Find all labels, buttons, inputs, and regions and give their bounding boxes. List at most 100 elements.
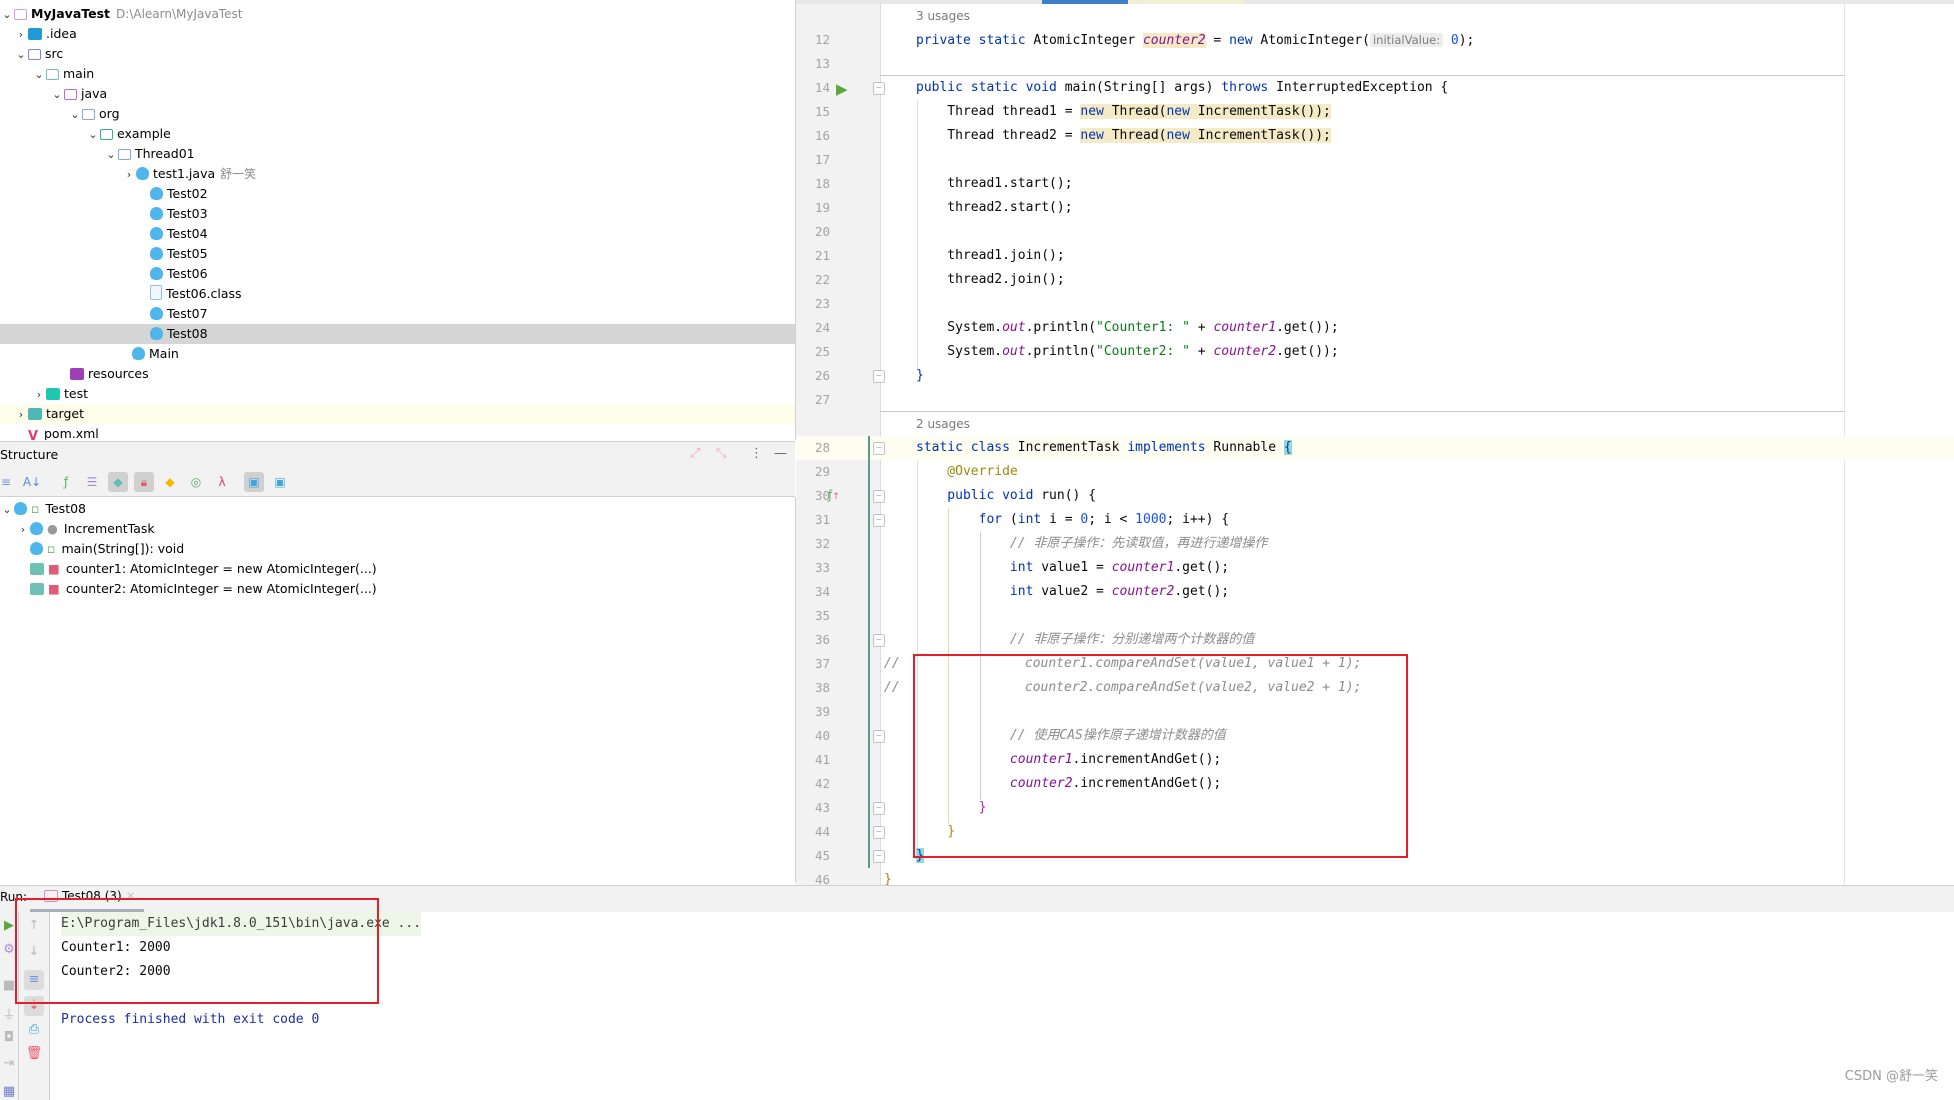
layout-icon[interactable]: ▦ bbox=[0, 1084, 18, 1099]
tree-item[interactable]: › test1.java 舒一笑 bbox=[0, 164, 795, 184]
autoscroll-to-source-icon[interactable]: ▣ bbox=[244, 472, 264, 492]
fold-icon[interactable]: − bbox=[873, 826, 885, 839]
excluded-folder-icon bbox=[28, 408, 42, 420]
chevron-down-icon[interactable]: ⌄ bbox=[14, 45, 28, 65]
fold-icon[interactable]: − bbox=[873, 634, 885, 647]
fold-icon[interactable]: − bbox=[873, 514, 885, 527]
fold-icon[interactable]: − bbox=[873, 802, 885, 815]
tree-item[interactable]: Test05 bbox=[0, 244, 795, 264]
tree-item-label: example bbox=[117, 126, 171, 141]
tree-item[interactable]: Main bbox=[0, 344, 795, 364]
tree-item[interactable]: Vpom.xml bbox=[0, 424, 795, 440]
more-options-icon[interactable]: ⋮ bbox=[750, 446, 763, 461]
chevron-right-icon[interactable]: › bbox=[14, 405, 28, 425]
camera-icon[interactable]: ◘ bbox=[0, 1030, 18, 1045]
tree-item[interactable]: › .idea bbox=[0, 24, 795, 44]
print-icon[interactable]: ⎙ bbox=[25, 1022, 43, 1037]
tree-item[interactable]: ⌄ Thread01 bbox=[0, 144, 795, 164]
structure-item[interactable]: › ● IncrementTask bbox=[0, 519, 795, 539]
show-anonymous-icon[interactable]: ◎ bbox=[186, 472, 206, 492]
fold-icon[interactable]: − bbox=[873, 82, 885, 95]
tree-item[interactable]: ⌄ java bbox=[0, 84, 795, 104]
chevron-down-icon[interactable]: ⌄ bbox=[32, 65, 46, 85]
fold-icon[interactable]: − bbox=[873, 370, 885, 383]
tree-item[interactable]: › test bbox=[0, 384, 795, 404]
line-number: 14 bbox=[814, 80, 830, 95]
line-number: 25 bbox=[814, 344, 830, 359]
fold-icon[interactable]: − bbox=[873, 442, 885, 455]
tree-item-label: Test07 bbox=[167, 306, 208, 321]
chevron-down-icon[interactable]: ⌄ bbox=[86, 125, 100, 145]
line-number: 45 bbox=[814, 848, 830, 863]
tree-item[interactable]: Test04 bbox=[0, 224, 795, 244]
line-number: 41 bbox=[814, 752, 830, 767]
chevron-down-icon[interactable]: ⌄ bbox=[50, 85, 64, 105]
exit-icon[interactable]: ⇥ bbox=[0, 1056, 18, 1071]
fold-icon[interactable]: − bbox=[873, 490, 885, 503]
tree-item[interactable]: resources bbox=[0, 364, 795, 384]
tree-item-label: pom.xml bbox=[44, 426, 99, 440]
package-icon bbox=[82, 109, 95, 120]
source-folder-icon bbox=[28, 49, 41, 60]
minimize-icon[interactable]: — bbox=[774, 446, 787, 461]
chevron-down-icon[interactable]: ⌄ bbox=[0, 500, 14, 520]
tree-item[interactable]: Test02 bbox=[0, 184, 795, 204]
vcs-change-marker bbox=[868, 436, 870, 868]
show-fields-list-icon[interactable]: ☰ bbox=[82, 472, 102, 492]
usages-hint[interactable]: 2 usages bbox=[916, 414, 970, 434]
line-number: 17 bbox=[814, 152, 830, 167]
fold-icon[interactable]: − bbox=[873, 850, 885, 863]
structure-item[interactable]: ■ counter2: AtomicInteger = new AtomicInt… bbox=[0, 579, 795, 599]
tree-item[interactable]: Test06.class bbox=[0, 284, 795, 304]
chevron-right-icon[interactable]: › bbox=[14, 25, 28, 45]
code-line-30: public void run() { bbox=[916, 488, 1097, 503]
sort-alphabetically-icon[interactable]: A↓ bbox=[22, 472, 42, 492]
tree-item[interactable]: › target bbox=[0, 404, 795, 424]
show-properties-icon[interactable]: ◆ bbox=[160, 472, 180, 492]
tree-item[interactable]: ⌄ main bbox=[0, 64, 795, 84]
tree-item[interactable]: Test06 bbox=[0, 264, 795, 284]
usages-hint[interactable]: 3 usages bbox=[916, 6, 970, 26]
chevron-right-icon[interactable]: › bbox=[16, 520, 30, 540]
collapse-all-icon[interactable]: ⤡ bbox=[716, 446, 726, 461]
tree-item[interactable]: Test07 bbox=[0, 304, 795, 324]
tree-item-selected[interactable]: Test08 bbox=[0, 324, 795, 344]
show-inherited-icon[interactable]: ƒ bbox=[56, 472, 76, 492]
tree-item[interactable]: ⌄ org bbox=[0, 104, 795, 124]
tree-item[interactable]: ⌄ example bbox=[0, 124, 795, 144]
sort-by-visibility-icon[interactable]: ≡ bbox=[0, 472, 16, 492]
attach-icon[interactable]: ⏚ bbox=[0, 1004, 18, 1023]
line-number: 24 bbox=[814, 320, 830, 335]
expand-all-icon[interactable]: ⤢ bbox=[690, 446, 700, 461]
folder-icon bbox=[46, 69, 59, 80]
structure-item[interactable]: ▫ main(String[]): void bbox=[0, 539, 795, 559]
fold-icon[interactable]: − bbox=[873, 730, 885, 743]
editor-tab[interactable] bbox=[1128, 0, 1244, 4]
structure-item[interactable]: ⌄ ▫ Test08 bbox=[0, 499, 795, 519]
chevron-down-icon[interactable]: ⌄ bbox=[68, 105, 82, 125]
method-separator bbox=[881, 411, 1844, 412]
tree-root[interactable]: ⌄ MyJavaTest D:\Alearn\MyJavaTest bbox=[0, 4, 795, 24]
run-icon[interactable]: ▶ bbox=[836, 80, 848, 98]
project-path: D:\Alearn\MyJavaTest bbox=[116, 7, 243, 21]
show-non-public-icon[interactable]: 🔒︎ bbox=[134, 472, 154, 492]
trash-icon[interactable]: 🗑︎ bbox=[25, 1046, 43, 1061]
chevron-right-icon[interactable]: › bbox=[32, 385, 46, 405]
show-fields-icon[interactable]: ◆ bbox=[108, 472, 128, 492]
line-number: 21 bbox=[814, 248, 830, 263]
chevron-right-icon[interactable]: › bbox=[122, 165, 136, 185]
java-class-icon bbox=[150, 227, 163, 240]
chevron-down-icon[interactable]: ⌄ bbox=[104, 145, 118, 165]
chevron-down-icon[interactable]: ⌄ bbox=[0, 5, 14, 25]
line-number: 16 bbox=[814, 128, 830, 143]
implements-method-icon[interactable]: ƒ↑ bbox=[828, 488, 840, 502]
active-tab-indicator[interactable] bbox=[1042, 0, 1128, 4]
tree-item[interactable]: ⌄ src bbox=[0, 44, 795, 64]
show-lambdas-icon[interactable]: λ bbox=[212, 472, 232, 492]
annotation-box-code bbox=[913, 654, 1408, 858]
tree-item[interactable]: Test03 bbox=[0, 204, 795, 224]
autoscroll-from-source-icon[interactable]: ▣ bbox=[270, 472, 290, 492]
private-lock-icon: ■ bbox=[48, 581, 60, 596]
tree-item-label: Thread01 bbox=[135, 146, 195, 161]
structure-item[interactable]: ■ counter1: AtomicInteger = new AtomicInt… bbox=[0, 559, 795, 579]
